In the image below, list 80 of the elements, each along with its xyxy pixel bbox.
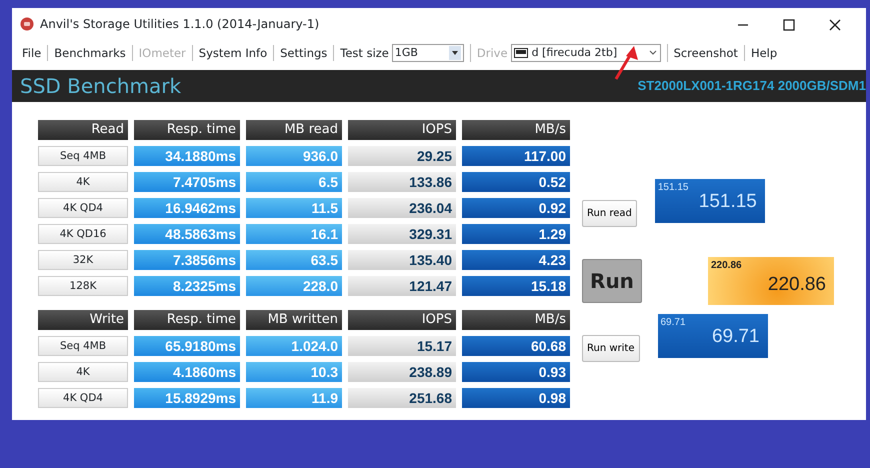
drive-model: ST2000LX001-1RG174 2000GB/SDM1	[638, 77, 866, 96]
field-label: Test size	[340, 45, 389, 61]
column-header: IOPS	[348, 120, 456, 140]
row-label: 4K QD16	[38, 224, 128, 244]
dropdown-field[interactable]: 1GB	[392, 44, 464, 62]
column-header: MB/s	[462, 310, 570, 330]
menu-item[interactable]: Settings	[274, 45, 334, 61]
table-cell: 236.04	[348, 198, 456, 218]
table-cell: 6.5	[246, 172, 342, 192]
table-cell: 10.3	[246, 362, 342, 382]
menu-item[interactable]: System Info	[192, 45, 274, 61]
table-cell: 251.68	[348, 388, 456, 408]
row-label: 4K	[38, 172, 128, 192]
run-button[interactable]: Run	[582, 259, 642, 303]
column-header: MB read	[246, 120, 342, 140]
table-cell: 15.18	[462, 276, 570, 296]
table-cell: 8.2325ms	[134, 276, 240, 296]
table-cell: 329.31	[348, 224, 456, 244]
table-cell: 4.23	[462, 250, 570, 270]
column-header: Write	[38, 310, 128, 330]
table-cell: 11.9	[246, 388, 342, 408]
score-label: 220.86	[711, 259, 742, 273]
menu-item[interactable]: Benchmarks	[48, 45, 133, 61]
section-title: SSD Benchmark	[20, 73, 182, 100]
drive-icon	[514, 48, 528, 58]
table-cell: 11.5	[246, 198, 342, 218]
column-header: Read	[38, 120, 128, 140]
table-cell: 238.89	[348, 362, 456, 382]
table-cell: 16.1	[246, 224, 342, 244]
table-cell: 7.4705ms	[134, 172, 240, 192]
menu-item[interactable]: Screenshot	[668, 45, 745, 61]
score-value: 151.15	[698, 190, 757, 214]
score-label: 69.71	[660, 316, 686, 330]
table-cell: 1.024.0	[246, 336, 342, 356]
table-cell: 15.17	[348, 336, 456, 356]
app-icon	[20, 17, 34, 31]
table-cell: 0.93	[462, 362, 570, 382]
table-cell: 65.9180ms	[134, 336, 240, 356]
window-title: Anvil's Storage Utilities 1.1.0 (2014-January-1)	[40, 16, 320, 33]
caret-icon	[648, 49, 658, 57]
table-cell: 1.29	[462, 224, 570, 244]
table-cell: 135.40	[348, 250, 456, 270]
table-cell: 4.1860ms	[134, 362, 240, 382]
score-label: 151.15	[658, 180, 688, 194]
table-cell: 0.92	[462, 198, 570, 218]
column-header: Resp. time	[134, 120, 240, 140]
column-header: MB written	[246, 310, 342, 330]
table-cell: 117.00	[462, 146, 570, 166]
row-label: 128K	[38, 276, 128, 296]
table-cell: 133.86	[348, 172, 456, 192]
run-button[interactable]: Run write	[582, 335, 640, 362]
row-label: 32K	[38, 250, 128, 270]
table-cell: 0.98	[462, 388, 570, 408]
table-cell: 29.25	[348, 146, 456, 166]
column-header: IOPS	[348, 310, 456, 330]
column-header: Resp. time	[134, 310, 240, 330]
table-cell: 7.3856ms	[134, 250, 240, 270]
field-label: Drive	[476, 45, 508, 61]
table-cell: 15.8929ms	[134, 388, 240, 408]
table-cell: 16.9462ms	[134, 198, 240, 218]
table-cell: 0.52	[462, 172, 570, 192]
row-label: Seq 4MB	[38, 146, 128, 166]
score-value: 69.71	[712, 325, 760, 349]
table-cell: 228.0	[246, 276, 342, 296]
caret-icon	[448, 46, 461, 60]
table-cell: 48.5863ms	[134, 224, 240, 244]
score-value: 220.86	[768, 272, 826, 296]
run-button[interactable]: Run read	[582, 200, 637, 227]
row-label: 4K	[38, 362, 128, 382]
row-label: Seq 4MB	[38, 336, 128, 356]
row-label: 4K QD4	[38, 198, 128, 218]
table-cell: 60.68	[462, 336, 570, 356]
table-cell: 63.5	[246, 250, 342, 270]
row-label: 4K QD4	[38, 388, 128, 408]
table-cell: 121.47	[348, 276, 456, 296]
menu-item[interactable]: File	[16, 45, 48, 61]
table-cell: 34.1880ms	[134, 146, 240, 166]
table-cell: 936.0	[246, 146, 342, 166]
menu-item[interactable]: Help	[744, 45, 784, 61]
column-header: MB/s	[462, 120, 570, 140]
